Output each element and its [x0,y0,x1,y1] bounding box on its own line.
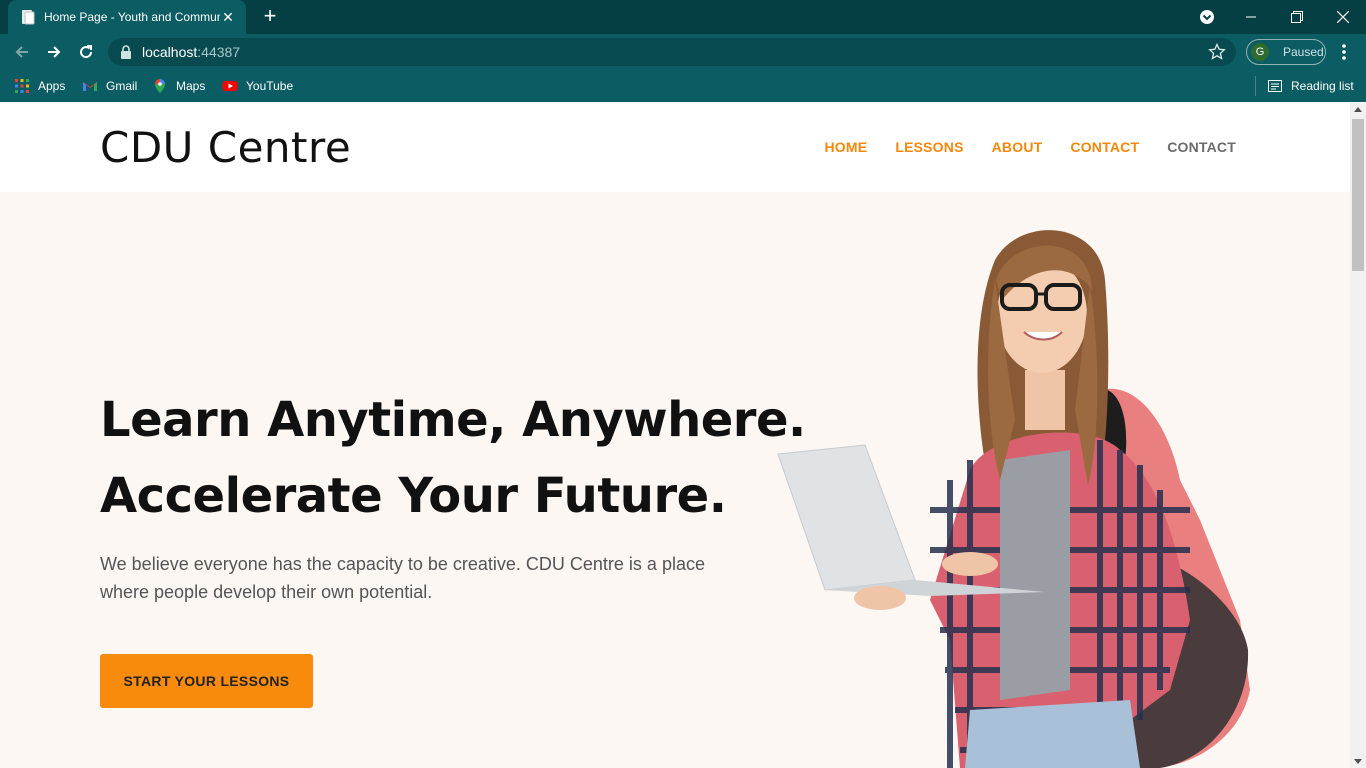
bookmark-label: Apps [38,79,66,93]
reload-button[interactable] [74,40,98,64]
close-window-button[interactable] [1320,0,1366,34]
reading-list-icon [1268,80,1282,92]
forward-button[interactable] [42,40,66,64]
address-bar[interactable]: localhost:44387 [108,38,1236,66]
youtube-icon [222,81,238,91]
nav-contact-secondary[interactable]: CONTACT [1167,139,1236,155]
headline-line-2: Accelerate Your Future. [100,468,727,524]
reload-icon [80,45,93,59]
scroll-down-arrow-icon[interactable] [1354,759,1362,764]
restore-button[interactable] [1274,0,1320,34]
arrow-left-icon [15,46,28,58]
headline-line-1: Learn Anytime, Anywhere. [100,392,806,448]
url-text: localhost:44387 [142,44,241,60]
new-tab-button[interactable]: + [258,5,282,29]
tab-close-icon[interactable]: ✕ [220,9,236,26]
hero-section: Learn Anytime, Anywhere. Accelerate Your… [0,192,1350,768]
nav-contact[interactable]: CONTACT [1070,139,1139,155]
bookmarks-bar: Apps Gmail Maps YouTube Reading list [0,70,1366,102]
maps-icon [155,79,165,93]
page-favicon-icon [22,10,35,25]
browser-tab-strip: Home Page - Youth and Community ✕ + [0,0,1366,34]
main-nav: HOME LESSONS ABOUT CONTACT CONTACT [825,139,1237,155]
nav-about[interactable]: ABOUT [992,139,1043,155]
reading-list-label: Reading list [1291,79,1354,93]
start-lessons-button[interactable]: START YOUR LESSONS [100,654,313,708]
gmail-icon [83,82,97,91]
hero-headline: Learn Anytime, Anywhere. Accelerate Your… [100,382,806,534]
profile-button[interactable]: G Paused [1246,39,1326,65]
browser-toolbar: localhost:44387 G Paused [0,34,1366,70]
scroll-up-arrow-icon[interactable] [1354,107,1362,112]
profile-status: Paused [1283,45,1324,59]
restore-icon [1291,11,1303,23]
bookmark-youtube[interactable]: YouTube [222,76,293,96]
apps-grid-icon [15,79,29,93]
site-logo[interactable]: CDU Centre [100,123,351,172]
reading-list-button[interactable]: Reading list [1267,76,1354,96]
lock-icon[interactable] [120,45,132,59]
back-button[interactable] [10,40,34,64]
minimize-button[interactable] [1228,0,1274,34]
browser-tab[interactable]: Home Page - Youth and Community ✕ [8,0,246,34]
tab-title: Home Page - Youth and Community [44,10,220,24]
nav-home[interactable]: HOME [825,139,868,155]
bookmark-label: YouTube [246,79,294,93]
close-icon [1337,11,1349,23]
bookmarks-divider [1255,76,1256,96]
bookmark-label: Maps [176,79,206,93]
hero-subtext: We believe everyone has the capacity to … [100,554,705,602]
avatar: G [1251,43,1269,61]
bookmark-gmail[interactable]: Gmail [82,76,137,96]
minimize-icon [1246,16,1256,18]
bookmark-apps[interactable]: Apps [14,76,65,96]
bookmark-label: Gmail [106,79,138,93]
site-header: CDU Centre HOME LESSONS ABOUT CONTACT CO… [0,103,1350,192]
bookmark-maps[interactable]: Maps [152,76,205,96]
nav-lessons[interactable]: LESSONS [895,139,963,155]
bookmark-star-icon[interactable] [1208,43,1226,61]
student-with-laptop-image [777,230,1250,768]
arrow-right-icon [48,46,61,58]
kebab-menu-icon[interactable] [1336,40,1352,64]
page-viewport: CDU Centre HOME LESSONS ABOUT CONTACT CO… [0,103,1350,768]
tab-search-icon[interactable] [1197,7,1217,27]
page-scrollbar[interactable] [1350,103,1366,768]
scrollbar-thumb[interactable] [1352,119,1364,271]
